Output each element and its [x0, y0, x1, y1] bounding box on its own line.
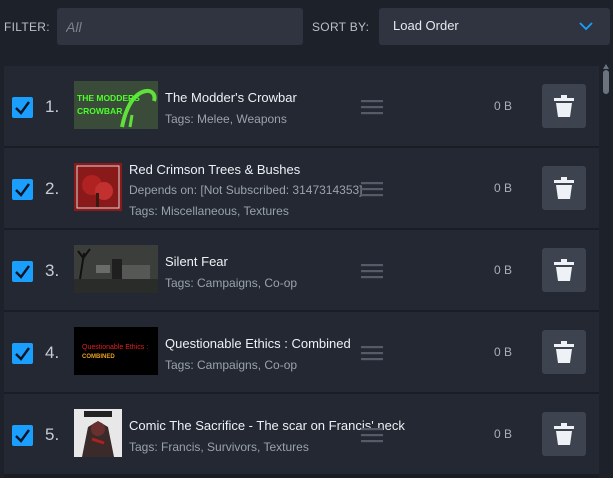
remove-button[interactable] — [542, 166, 586, 210]
load-order-number: 5. — [45, 425, 60, 444]
enable-checkbox[interactable] — [12, 97, 33, 118]
filter-input[interactable] — [57, 8, 303, 45]
toolbar: FILTER: SORT BY: Load Order — [0, 0, 613, 56]
list-item: 2. Red Crimson Trees & Bushes Depends on… — [4, 148, 599, 230]
list-item: 3. Silent Fear Tags: Campaigns, Co-op 0 … — [4, 230, 599, 312]
load-order-number: 2. — [45, 179, 60, 198]
sort-label: SORT BY: — [312, 20, 370, 34]
mod-size: 0 B — [494, 345, 513, 359]
list-item: 5. Comic The Sacrifice - The scar on Fra… — [4, 394, 599, 476]
thumb-text: COMBINED — [82, 354, 115, 360]
enable-checkbox[interactable] — [12, 261, 33, 282]
thumb-text: Questionable Ethics : — [82, 344, 148, 351]
mod-thumbnail[interactable] — [74, 409, 122, 457]
drag-handle-icon[interactable] — [361, 181, 383, 197]
trash-icon — [554, 341, 574, 363]
load-order-number: 1. — [45, 97, 60, 116]
mod-size: 0 B — [494, 263, 513, 277]
trash-icon — [554, 259, 574, 281]
remove-button[interactable] — [542, 248, 586, 292]
filter-label: FILTER: — [4, 20, 50, 34]
scrollbar-thumb[interactable] — [603, 70, 609, 94]
mod-tags: Tags: Miscellaneous, Textures — [129, 204, 289, 218]
check-icon — [15, 265, 30, 279]
mod-title[interactable]: The Modder's Crowbar — [165, 90, 297, 105]
trash-icon — [554, 177, 574, 199]
mod-thumbnail[interactable] — [74, 163, 122, 211]
load-order-number: 3. — [45, 261, 60, 280]
mod-thumbnail[interactable]: THE MODDERS CROWBAR — [74, 81, 158, 129]
enable-checkbox[interactable] — [12, 425, 33, 446]
trash-icon — [554, 423, 574, 445]
check-icon — [15, 429, 30, 443]
mod-tags: Tags: Campaigns, Co-op — [165, 358, 298, 372]
drag-handle-icon[interactable] — [361, 345, 383, 361]
remove-button[interactable] — [542, 84, 586, 128]
mod-thumbnail[interactable] — [74, 245, 158, 293]
scrollbar-track[interactable] — [601, 66, 613, 478]
load-order-number: 4. — [45, 343, 60, 362]
chevron-down-icon — [579, 22, 593, 31]
thumb-text: CROWBAR — [77, 106, 122, 116]
remove-button[interactable] — [542, 330, 586, 374]
mod-title[interactable]: Questionable Ethics : Combined — [165, 336, 351, 351]
mod-list: 1. THE MODDERS CROWBAR The Modder's Crow… — [4, 66, 599, 478]
sort-dropdown[interactable]: Load Order — [379, 8, 610, 45]
mod-size: 0 B — [494, 99, 513, 113]
enable-checkbox[interactable] — [12, 179, 33, 200]
sort-selected-value: Load Order — [393, 18, 459, 33]
mod-title[interactable]: Silent Fear — [165, 254, 228, 269]
mod-size: 0 B — [494, 427, 513, 441]
check-icon — [15, 347, 30, 361]
mod-tags: Tags: Melee, Weapons — [165, 112, 287, 126]
mod-tags: Tags: Francis, Survivors, Textures — [129, 440, 309, 454]
check-icon — [15, 183, 30, 197]
drag-handle-icon[interactable] — [361, 99, 383, 115]
remove-button[interactable] — [542, 412, 586, 456]
mod-tags: Tags: Campaigns, Co-op — [165, 276, 298, 290]
check-icon — [15, 101, 30, 115]
enable-checkbox[interactable] — [12, 343, 33, 364]
mod-thumbnail[interactable]: Questionable Ethics : COMBINED — [74, 327, 158, 375]
thumb-text: THE MODDERS — [77, 93, 140, 103]
mod-dependency[interactable]: Depends on: [Not Subscribed: 3147314353] — [129, 183, 363, 197]
list-item: 1. THE MODDERS CROWBAR The Modder's Crow… — [4, 66, 599, 148]
mod-title[interactable]: Red Crimson Trees & Bushes — [129, 162, 300, 177]
trash-icon — [554, 95, 574, 117]
drag-handle-icon[interactable] — [361, 263, 383, 279]
drag-handle-icon[interactable] — [361, 427, 383, 443]
list-item: 4. Questionable Ethics : COMBINED Questi… — [4, 312, 599, 394]
mod-size: 0 B — [494, 181, 513, 195]
